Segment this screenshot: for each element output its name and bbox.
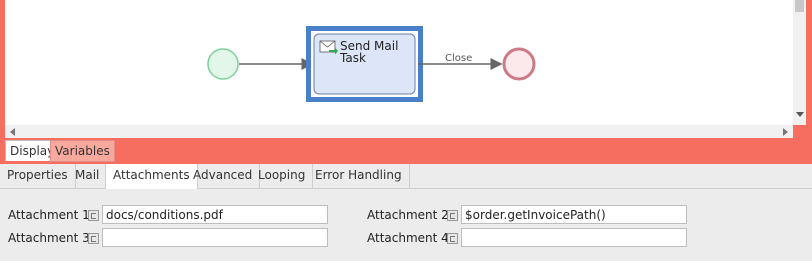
tab-looping[interactable]: Looping xyxy=(251,164,314,188)
tab-advanced[interactable]: Advanced xyxy=(186,164,261,188)
expression-toggle-icon[interactable] xyxy=(447,233,458,244)
scroll-left-arrow-icon[interactable] xyxy=(10,128,15,136)
task-label-line2: Task xyxy=(339,51,366,65)
flow-label-close: Close xyxy=(445,53,472,64)
attachment2-input[interactable] xyxy=(461,205,687,224)
attachment3-label: Attachment 3 xyxy=(8,231,90,245)
process-diagram-canvas[interactable]: Send Mail Task Close xyxy=(5,0,793,125)
vertical-scrollbar[interactable] xyxy=(793,0,806,125)
property-tabs: Properties Mail Attachments Advanced Loo… xyxy=(0,164,812,189)
horizontal-scrollbar[interactable] xyxy=(5,125,793,138)
scroll-down-arrow-icon[interactable] xyxy=(796,112,804,117)
expression-toggle-icon[interactable] xyxy=(88,210,99,221)
diagram-editor-frame: Send Mail Task Close Display Variables xyxy=(0,0,812,164)
end-event[interactable] xyxy=(502,47,536,81)
tab-properties[interactable]: Properties xyxy=(0,164,76,188)
start-event[interactable] xyxy=(207,48,239,80)
process-diagram: Send Mail Task Close xyxy=(207,26,536,102)
attachment1-label: Attachment 1 xyxy=(8,208,90,222)
attachments-form: Attachment 1 Attachment 2 Attachment 3 A… xyxy=(0,189,812,261)
expression-toggle-icon[interactable] xyxy=(88,233,99,244)
tab-mail[interactable]: Mail xyxy=(68,164,108,188)
tab-error-handling[interactable]: Error Handling xyxy=(308,164,410,188)
attachment2-label: Attachment 2 xyxy=(367,208,449,222)
attachment1-input[interactable] xyxy=(102,205,328,224)
tab-attachments[interactable]: Attachments xyxy=(105,164,198,189)
attachment3-input[interactable] xyxy=(102,228,328,247)
attachment4-input[interactable] xyxy=(461,228,687,247)
tab-variables[interactable]: Variables xyxy=(50,140,115,162)
expression-toggle-icon[interactable] xyxy=(447,210,458,221)
scroll-right-arrow-icon[interactable] xyxy=(783,128,788,136)
attachment4-label: Attachment 4 xyxy=(367,231,449,245)
vertical-scroll-thumb[interactable] xyxy=(795,0,804,12)
